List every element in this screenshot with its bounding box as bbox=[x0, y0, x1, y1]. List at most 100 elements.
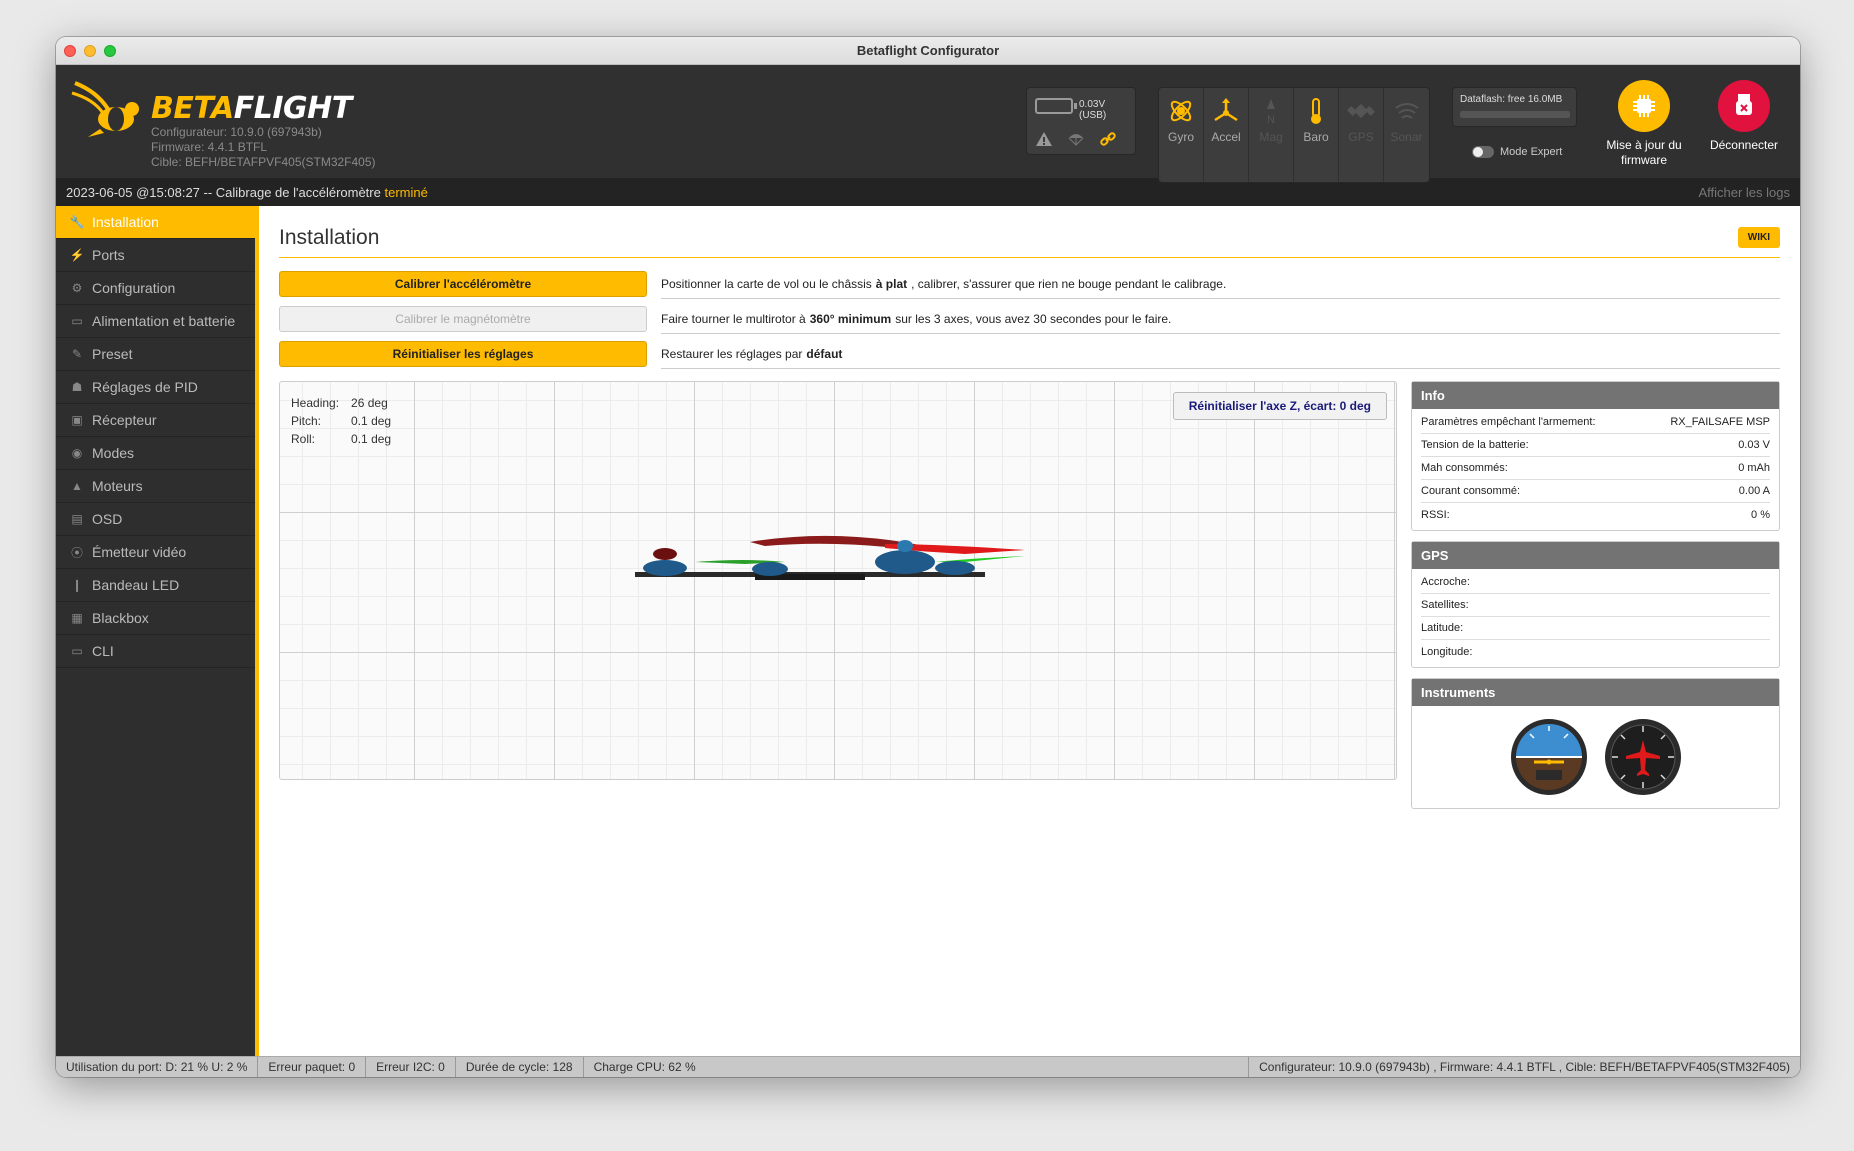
sidebar-item-label: Réglages de PID bbox=[92, 379, 198, 395]
row-label: Courant consommé: bbox=[1421, 485, 1521, 497]
osd-icon: ▤ bbox=[71, 512, 83, 526]
sidebar-item-power[interactable]: ▭ Alimentation et batterie bbox=[56, 305, 255, 338]
terminal-icon: ▭ bbox=[71, 644, 83, 658]
sidebar-item-installation[interactable]: 🔧 Installation bbox=[56, 206, 255, 239]
usb-disconnect-icon bbox=[1718, 80, 1770, 132]
sitemap-icon: ☗ bbox=[71, 380, 83, 394]
sensor-status-box: Gyro Accel N Mag Baro GPS Sonar bbox=[1158, 87, 1430, 183]
pitch-value: 0.1 deg bbox=[351, 414, 392, 428]
broadcast-icon: ⦿ bbox=[70, 545, 83, 560]
instruments-panel: Instruments bbox=[1411, 678, 1780, 809]
info-panel: Info Paramètres empêchant l'armement: RX_… bbox=[1411, 381, 1780, 531]
sidebar-item-receiver[interactable]: ▣ Récepteur bbox=[56, 404, 255, 437]
info-row-battery-voltage: Tension de la batterie: 0.03 V bbox=[1421, 434, 1770, 457]
sidebar-item-label: Moteurs bbox=[92, 478, 143, 494]
battery-status-box: 0.03V (USB) bbox=[1026, 87, 1136, 155]
info-row-mah: Mah consommés: 0 mAh bbox=[1421, 457, 1770, 480]
close-window-button[interactable] bbox=[64, 45, 76, 57]
sidebar-item-motors[interactable]: ▲ Moteurs bbox=[56, 470, 255, 503]
row-label: Paramètres empêchant l'armement: bbox=[1421, 416, 1596, 428]
calibrate-magnetometer-description: Faire tourner le multirotor à 360° minimu… bbox=[661, 304, 1780, 334]
brand-part-1: BETA bbox=[151, 91, 234, 126]
sensor-gyro-label: Gyro bbox=[1167, 130, 1194, 144]
sidebar: 🔧 Installation ⚡ Ports ⚙ Configuration ▭ Ali… bbox=[56, 206, 259, 1056]
attitude-indicator-icon bbox=[1510, 719, 1587, 795]
model-3d-view[interactable]: Heading: 26 deg Pitch: 0.1 deg Roll: 0.1 de… bbox=[279, 381, 1397, 780]
heading-label: Heading: bbox=[291, 396, 340, 410]
plug-icon: ⚡ bbox=[69, 248, 85, 262]
bee-logo-icon bbox=[71, 81, 139, 137]
row-label: Accroche: bbox=[1421, 576, 1470, 588]
expert-mode-toggle[interactable]: Mode Expert bbox=[1472, 146, 1562, 158]
brand-part-2: FLIGHT bbox=[233, 91, 352, 126]
window-controls bbox=[64, 45, 116, 57]
desc-bold: à plat bbox=[875, 276, 908, 291]
sonar-icon bbox=[1394, 103, 1419, 119]
target-board: Cible: BEFH/BETAFPVF405(STM32F405) bbox=[151, 155, 376, 169]
expert-mode-switch[interactable] bbox=[1472, 146, 1494, 158]
sensor-gps-label: GPS bbox=[1348, 130, 1374, 144]
desc-text: Positionner la carte de vol ou le châssi… bbox=[661, 276, 872, 291]
gps-icon bbox=[1347, 103, 1375, 119]
info-panel-rows: Paramètres empêchant l'armement: RX_FAILS… bbox=[1412, 409, 1779, 530]
reset-z-axis-button[interactable]: Réinitialiser l'axe Z, écart: 0 deg bbox=[1172, 392, 1387, 420]
disconnect-button[interactable]: Déconnecter bbox=[1699, 80, 1789, 153]
calibrate-magnetometer-button[interactable]: Calibrer le magnétomètre bbox=[279, 306, 647, 332]
wiki-button[interactable]: WIKI bbox=[1737, 227, 1780, 248]
status-bar: Utilisation du port: D: 21 % U: 2 % Erre… bbox=[56, 1056, 1800, 1077]
firmware-update-button[interactable]: Mise à jour du firmware bbox=[1596, 80, 1692, 168]
reset-settings-description: Restaurer les réglages par défaut bbox=[661, 339, 1780, 369]
sidebar-item-configuration[interactable]: ⚙ Configuration bbox=[56, 272, 255, 305]
version-info: Configurateur: 10.9.0 (697943b) , Firmwa… bbox=[1248, 1057, 1800, 1077]
gyro-icon bbox=[1170, 100, 1192, 122]
title-bar: Betaflight Configurator bbox=[56, 37, 1800, 65]
maximize-window-button[interactable] bbox=[104, 45, 116, 57]
sidebar-item-led[interactable]: ❙ Bandeau LED bbox=[56, 569, 255, 602]
gps-row-latitude: Latitude: bbox=[1421, 617, 1770, 640]
attitude-readout: Heading: 26 deg Pitch: 0.1 deg Roll: 0.1 de… bbox=[289, 393, 403, 449]
firmware-update-label-2: firmware bbox=[1620, 153, 1667, 167]
battery-icon: ▭ bbox=[71, 314, 83, 328]
sensor-sonar-label: Sonar bbox=[1390, 130, 1423, 144]
blackbox-icon: ▦ bbox=[71, 611, 83, 625]
instruments-panel-title: Instruments bbox=[1412, 679, 1779, 706]
app-header: BETAFLIGHT Configurateur: 10.9.0 (697943… bbox=[56, 65, 1800, 183]
baro-icon bbox=[1311, 98, 1321, 124]
calibrate-accelerometer-button[interactable]: Calibrer l'accéléromètre bbox=[279, 271, 647, 297]
desc-text: Restaurer les réglages par bbox=[661, 346, 803, 361]
heading-indicator-icon bbox=[1604, 719, 1681, 795]
page-title: Installation bbox=[279, 226, 380, 249]
sidebar-item-cli[interactable]: ▭ CLI bbox=[56, 635, 255, 668]
info-row-arming-flags: Paramètres empêchant l'armement: RX_FAILS… bbox=[1421, 411, 1770, 434]
reset-settings-button[interactable]: Réinitialiser les réglages bbox=[279, 341, 647, 367]
row-value: RX_FAILSAFE MSP bbox=[1670, 416, 1770, 428]
heading-value: 26 deg bbox=[351, 396, 388, 410]
log-status: terminé bbox=[384, 184, 428, 200]
firmware-version: Firmware: 4.4.1 BTFL bbox=[151, 140, 268, 154]
sensor-mag: N Mag bbox=[1249, 88, 1294, 182]
roll-label: Roll: bbox=[291, 432, 316, 446]
sidebar-item-preset[interactable]: ✎ Preset bbox=[56, 338, 255, 371]
show-logs-link[interactable]: Afficher les logs bbox=[1698, 185, 1790, 200]
sidebar-item-modes[interactable]: ◉ Modes bbox=[56, 437, 255, 470]
sidebar-item-label: CLI bbox=[92, 643, 114, 659]
link-icon bbox=[1100, 132, 1116, 146]
gps-panel-title: GPS bbox=[1412, 542, 1779, 569]
sidebar-item-pid[interactable]: ☗ Réglages de PID bbox=[56, 371, 255, 404]
sidebar-item-label: Modes bbox=[92, 445, 135, 461]
log-bar: 2023-06-05 @15:08:27 -- Calibrage de l'a… bbox=[56, 178, 1800, 206]
sensor-mag-label: Mag bbox=[1259, 130, 1283, 144]
sidebar-item-blackbox[interactable]: ▦ Blackbox bbox=[56, 602, 255, 635]
info-row-rssi: RSSI: 0 % bbox=[1421, 503, 1770, 526]
sidebar-item-osd[interactable]: ▤ OSD bbox=[56, 503, 255, 536]
sidebar-item-label: Récepteur bbox=[92, 412, 157, 428]
sidebar-item-label: Bandeau LED bbox=[92, 577, 180, 593]
modes-icon: ◉ bbox=[71, 446, 83, 460]
desc-text: Faire tourner le multirotor à bbox=[661, 311, 806, 326]
sidebar-item-vtx[interactable]: ⦿ Émetteur vidéo bbox=[56, 536, 255, 569]
sidebar-item-ports[interactable]: ⚡ Ports bbox=[56, 239, 255, 272]
action-row-calibrate-accel: Calibrer l'accéléromètre Positionner la … bbox=[279, 269, 1780, 299]
minimize-window-button[interactable] bbox=[84, 45, 96, 57]
desc-bold: 360° minimum bbox=[809, 311, 892, 326]
row-label: RSSI: bbox=[1421, 508, 1450, 521]
